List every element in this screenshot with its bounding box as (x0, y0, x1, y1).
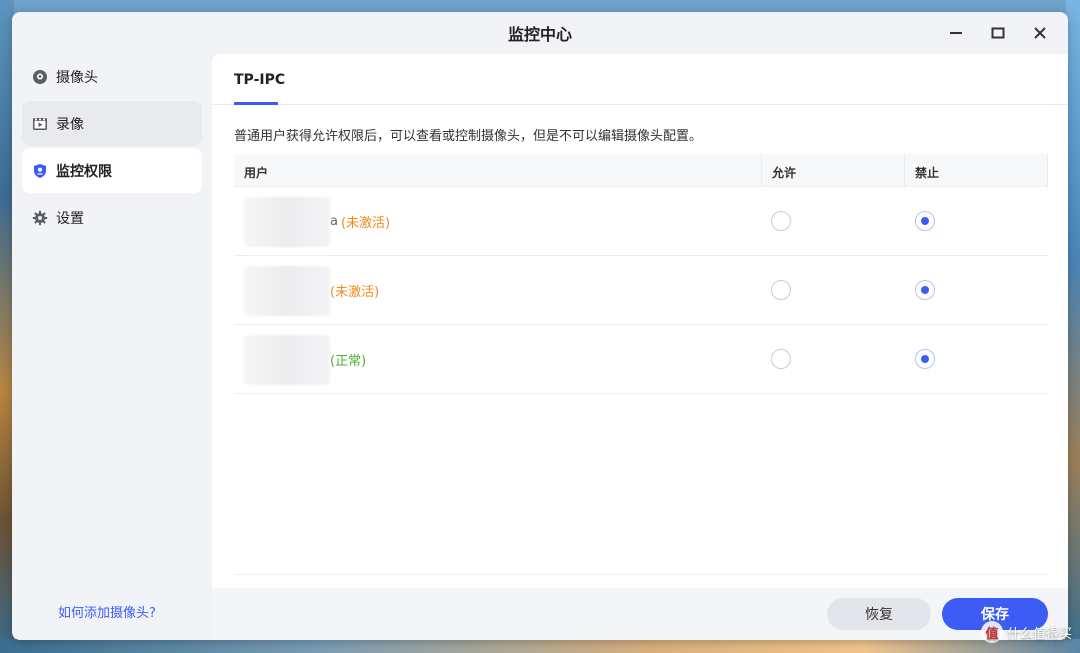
table-header: 用户 允许 禁止 (234, 154, 1048, 187)
desktop-wallpaper-bottom (0, 639, 1080, 653)
shield-user-icon (32, 163, 48, 179)
site-watermark: 值 什么值得买 (980, 621, 1072, 643)
camera-icon (32, 69, 48, 85)
sidebar-item-label: 设置 (56, 210, 84, 227)
table-row: (未激活) (234, 256, 1048, 325)
user-status: (未激活) (340, 216, 391, 231)
title-bar[interactable]: 监控中心 (12, 12, 1068, 54)
sidebar-item-settings[interactable]: 设置 (22, 195, 202, 240)
maximize-button[interactable] (982, 21, 1014, 45)
sidebar: 摄像头 录像 监控权限 设置 如何添加摄像头? (12, 54, 212, 640)
gear-icon (32, 210, 48, 226)
desktop-wallpaper-right (1066, 0, 1080, 653)
footer-bar: 恢复 保存 (212, 588, 1068, 640)
table-row: (正常) (234, 325, 1048, 394)
sidebar-item-recordings[interactable]: 录像 (22, 101, 202, 146)
window-title: 监控中心 (507, 25, 572, 44)
allow-radio[interactable] (771, 211, 791, 231)
deny-radio[interactable] (915, 211, 935, 231)
redacted-username (244, 265, 330, 316)
divider (234, 574, 1048, 575)
user-cell: (正常) (244, 325, 366, 394)
table-row: a (未激活) (234, 187, 1048, 256)
allow-radio[interactable] (771, 349, 791, 369)
watermark-text: 什么值得买 (1006, 626, 1072, 642)
sidebar-item-cameras[interactable]: 摄像头 (22, 54, 202, 99)
recording-icon (32, 116, 48, 132)
column-divider (1047, 154, 1048, 187)
username-visible-part: a (330, 214, 338, 229)
column-divider (761, 154, 762, 187)
user-cell: (未激活) (244, 256, 379, 325)
sidebar-item-label: 监控权限 (56, 163, 112, 180)
user-status: (正常) (330, 354, 367, 369)
main-panel: TP-IPC 普通用户获得允许权限后，可以查看或控制摄像头，但是不可以编辑摄像头… (212, 54, 1068, 640)
minimize-icon (950, 32, 962, 34)
sidebar-item-label: 摄像头 (56, 69, 98, 86)
active-tab-indicator (234, 102, 278, 105)
user-cell: a (未激活) (244, 187, 390, 256)
app-window: 监控中心 摄像头 录像 监控权限 设置 如何添加摄像头? TP-IPC 普通用户… (12, 12, 1068, 640)
column-header-deny: 禁止 (915, 166, 940, 180)
close-icon (1034, 27, 1046, 39)
window-controls (940, 21, 1056, 45)
add-camera-help-link[interactable]: 如何添加摄像头? (58, 602, 156, 621)
redacted-username (244, 196, 330, 247)
permissions-table: 用户 允许 禁止 a (未激活) (未激活) (正常) (234, 154, 1048, 394)
sidebar-item-permissions[interactable]: 监控权限 (22, 148, 202, 193)
deny-radio[interactable] (915, 280, 935, 300)
sidebar-item-label: 录像 (56, 116, 84, 133)
column-header-allow: 允许 (772, 166, 797, 180)
reset-button[interactable]: 恢复 (827, 598, 931, 630)
column-divider (904, 154, 905, 187)
close-button[interactable] (1024, 21, 1056, 45)
permission-description: 普通用户获得允许权限后，可以查看或控制摄像头，但是不可以编辑摄像头配置。 (234, 129, 703, 144)
allow-radio[interactable] (771, 280, 791, 300)
user-status: (未激活) (330, 285, 380, 300)
column-header-user: 用户 (244, 166, 269, 180)
minimize-button[interactable] (940, 21, 972, 45)
tab-tp-ipc[interactable]: TP-IPC (234, 72, 285, 88)
redacted-username (244, 334, 330, 385)
deny-radio[interactable] (915, 349, 935, 369)
watermark-logo: 值 (980, 621, 1003, 643)
tab-bar: TP-IPC (212, 54, 1068, 105)
maximize-icon (991, 27, 1005, 39)
